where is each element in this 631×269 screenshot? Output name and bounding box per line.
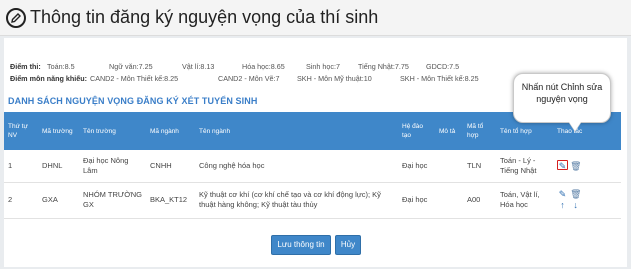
tooltip-arrow	[569, 122, 581, 131]
cell-combo-code: A00	[467, 195, 481, 204]
cell-level: Đại học	[402, 195, 428, 204]
edit-circle-icon	[6, 8, 26, 28]
score-item: GDCD:7.5	[426, 62, 460, 71]
wishes-table: Thứ tự NV Mã trường Tên trường Mã ngành …	[4, 112, 621, 219]
score-item: Vật lí:8.13	[182, 62, 215, 71]
cell-actions: ✎ 🗑 ↑ ↓	[553, 182, 621, 218]
col-desc: Mô tả	[439, 127, 456, 135]
table-row: 2 GXA NHÓM TRƯỜNG GX BKA_KT12 Kỹ thuật c…	[4, 182, 621, 218]
cell-combo-name: Toán - Lý - Tiếng Nhật	[500, 155, 537, 175]
talent-score-item: SKH - Môn Thiết kế:8.25	[400, 74, 479, 83]
col-level: Hệ đào tạo	[402, 123, 423, 139]
col-major-code: Mã ngành	[150, 127, 179, 135]
page-title: Thông tin đăng ký nguyện vọng của thí si…	[30, 7, 379, 27]
cell-actions: ✎ 🗑	[553, 150, 621, 182]
arrow-down-icon[interactable]: ↓	[570, 200, 581, 210]
score-item: Sinh học:7	[306, 62, 340, 71]
col-combo-code: Mã tổ hợp	[467, 123, 484, 139]
cell-combo-name: Toán, Vật lí, Hóa học	[500, 190, 540, 209]
col-school-code: Mã trường	[42, 127, 73, 135]
score-item: Tiếng Nhật:7.75	[358, 62, 409, 71]
arrow-up-icon[interactable]: ↑	[557, 200, 568, 210]
page-header: Thông tin đăng ký nguyện vọng của thí si…	[0, 0, 631, 36]
trash-icon[interactable]: 🗑	[570, 161, 581, 171]
edit-hint-tooltip: Nhấn nút Chỉnh sửa nguyện vọng	[513, 73, 611, 123]
cell-major-code: CNHH	[150, 160, 172, 170]
col-order: Thứ tự NV	[8, 123, 28, 139]
score-item: Toán:8.5	[47, 62, 75, 71]
cancel-button[interactable]: Hủy	[335, 235, 361, 255]
cell-major-name: Công nghệ hóa học	[199, 160, 265, 170]
section-title: DANH SÁCH NGUYỆN VỌNG ĐĂNG KÝ XÉT TUYỂN …	[8, 96, 258, 106]
cell-combo-code: TLN	[467, 160, 482, 170]
trash-icon[interactable]: 🗑	[570, 189, 581, 199]
cell-order: 2	[8, 195, 13, 204]
save-button[interactable]: Lưu thông tin	[271, 235, 331, 255]
cell-major-name: Kỹ thuật cơ khí (cơ khí chế tạo và cơ kh…	[199, 190, 381, 209]
score-item: Hóa học:8.65	[242, 62, 285, 71]
cell-school-code: GXA	[42, 195, 58, 204]
cell-school-name: Đại học Nông Lâm	[83, 155, 129, 175]
cell-level: Đại học	[402, 160, 428, 170]
edit-icon[interactable]: ✎	[557, 189, 568, 199]
cell-school-code: DHNL	[42, 160, 63, 170]
cell-major-code: BKA_KT12	[150, 195, 188, 204]
table-row: 1 DHNL Đại học Nông Lâm CNHH Công nghệ h…	[4, 150, 621, 182]
edit-icon[interactable]: ✎	[557, 159, 568, 171]
col-school-name: Tên trường	[83, 127, 116, 135]
cell-order: 1	[8, 160, 13, 170]
score-item: Ngữ văn:7.25	[109, 62, 153, 71]
exam-scores-label: Điểm thi:	[10, 62, 41, 71]
talent-score-item: CAND2 - Môn Vẽ:7	[218, 74, 280, 83]
cell-desc	[435, 150, 463, 182]
talent-scores-label: Điểm môn năng khiếu:	[10, 74, 88, 83]
talent-score-item: SKH - Môn Mỹ thuật:10	[297, 74, 372, 83]
cell-desc	[435, 182, 463, 218]
col-major-name: Tên ngành	[199, 127, 231, 135]
cell-school-name: NHÓM TRƯỜNG GX	[83, 190, 142, 209]
talent-score-item: CAND2 - Môn Thiết kế:8.25	[90, 74, 179, 83]
